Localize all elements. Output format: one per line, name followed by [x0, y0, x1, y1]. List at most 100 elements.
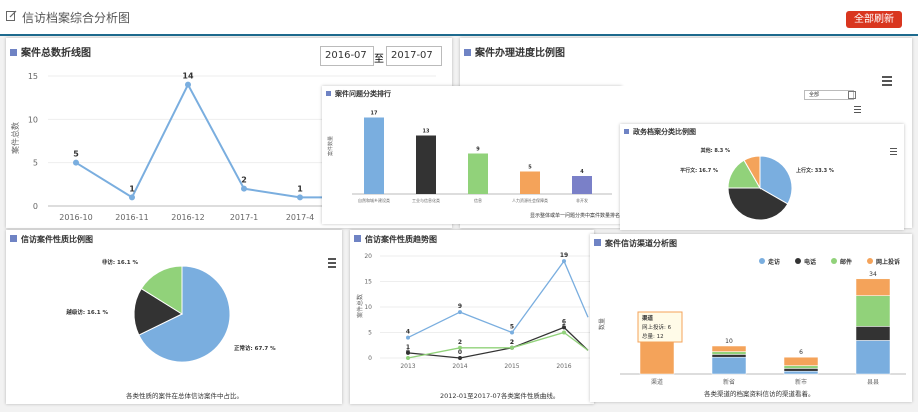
x-tick-label: 2013: [400, 363, 415, 370]
refresh-all-button[interactable]: 全部刷新: [846, 11, 902, 28]
nature-trend-panel: 信访案件性质趋势图 0 5 10 15 20 案件总数 2013 2014 2015 2016 4 9…: [350, 230, 594, 404]
x-tick-label: 自然和城乡建设类: [358, 197, 390, 203]
stacked-bar-segment: [711, 356, 747, 375]
stacked-bar-segment: [855, 295, 891, 327]
header-bar: 信访档案综合分析图 全部刷新: [0, 0, 918, 36]
y-tick-label: 5: [33, 159, 38, 168]
data-label: 5: [562, 324, 566, 331]
stacked-bar-segment: [711, 354, 747, 358]
stacked-bar-segment: [711, 345, 747, 352]
legend-marker: [759, 258, 765, 264]
stacked-bar-segment: [783, 368, 819, 372]
series-line: [407, 326, 589, 359]
bar: [416, 135, 436, 194]
data-label: 13: [423, 129, 430, 135]
x-tick-label: 非开发: [576, 197, 588, 203]
data-label: 5: [528, 165, 532, 171]
data-label: 14: [182, 72, 194, 81]
stacked-bar-segment: [855, 340, 891, 375]
bar-total-label: 10: [725, 338, 733, 345]
data-point: [73, 159, 79, 166]
problem-rank-caption: 显示整体或单一问题分类中案件数量排名: [530, 213, 621, 219]
y-axis-label: 案件数量: [327, 136, 334, 156]
data-label: 5: [510, 324, 514, 331]
stacked-bar-segment: [855, 326, 891, 341]
tooltip-title: 渠道: [642, 314, 654, 322]
channel-caption: 各类渠道的档案资料信访的渠道看着。: [704, 390, 815, 398]
stacked-bar-segment: [783, 370, 819, 375]
problem-rank-panel: 案件问题分类排行 案件数量 17 自然和城乡建设类 13 工业与信息化类 9 信息 5 人力资源…: [322, 86, 622, 224]
data-label: 19: [560, 252, 568, 259]
legend-label: 邮件: [840, 258, 852, 266]
stacked-bar-segment: [783, 356, 819, 366]
data-point: [562, 330, 566, 335]
legend-marker: [867, 258, 873, 264]
legend-label: 电话: [804, 258, 816, 266]
stacked-bar-segment: [855, 278, 891, 296]
x-tick-label: 信息: [474, 197, 482, 203]
y-tick-label: 10: [28, 115, 38, 124]
bar: [364, 117, 384, 194]
x-tick-label: 工业与信息化类: [412, 197, 440, 203]
stacked-bar-segment: [711, 351, 747, 355]
x-tick-label: 2017-1: [230, 213, 258, 222]
problem-rank-side: 全部: [622, 86, 868, 124]
data-label: 0: [406, 349, 410, 356]
x-tick-label: 人力资源社会保障类: [512, 197, 548, 203]
y-tick-label: 10: [364, 304, 372, 311]
y-axis-label: 案件总数: [10, 122, 20, 154]
nature-pie-chart: 正常访: 67.7 % 越级访: 16.1 % 非访: 16.1 %: [65, 258, 276, 363]
x-tick-label: 2017-4: [286, 213, 314, 222]
data-point: [458, 356, 462, 360]
slice-label: 其他: 8.3 %: [701, 147, 730, 154]
x-tick-label: 渠道: [651, 378, 663, 386]
gov-pie-panel: 政务档案分类比例图 上行文: 33.3 % 平行文: 16.7 % 其他: 8.3 …: [620, 124, 904, 230]
x-tick-label: 新省: [723, 378, 735, 386]
data-point: [185, 81, 191, 88]
x-tick-label: 2016-10: [59, 213, 92, 222]
data-label: 0: [458, 349, 462, 356]
tooltip-line: 网上投诉: 6: [642, 323, 672, 331]
slice-label: 越级访: 16.1 %: [65, 308, 108, 316]
rank-menu-icon[interactable]: [854, 106, 861, 115]
data-label: 2: [241, 176, 247, 185]
bar: [520, 171, 540, 194]
data-label: 2: [458, 339, 462, 346]
y-tick-label: 0: [368, 355, 372, 362]
data-label: 1: [129, 184, 135, 193]
legend-label: 走访: [768, 258, 780, 266]
chevron-down-icon[interactable]: [848, 91, 856, 99]
data-point: [129, 194, 135, 201]
bar: [468, 153, 488, 194]
stacked-bar-segment: [639, 340, 675, 375]
slice-label: 上行文: 33.3 %: [796, 167, 834, 174]
slice-label: 平行文: 16.7 %: [680, 167, 718, 174]
x-tick-label: 2014: [452, 363, 467, 370]
data-point: [562, 259, 566, 264]
progress-pie-title: 案件办理进度比例图: [464, 44, 565, 59]
data-label: 17: [371, 111, 378, 117]
nature-pie-caption: 各类性质的案件在总体信访案件中占比。: [126, 392, 243, 400]
y-tick-label: 0: [33, 202, 38, 211]
legend-marker: [831, 258, 837, 264]
bar-total-label: 6: [799, 349, 803, 356]
data-label: 5: [73, 150, 79, 159]
series-line: [75, 82, 330, 199]
edit-icon: [6, 10, 17, 21]
category-select[interactable]: 全部: [804, 90, 854, 100]
slice-label: 正常访: 67.7 %: [234, 344, 276, 352]
progress-menu-icon[interactable]: [882, 76, 892, 88]
data-label: 9: [458, 303, 462, 310]
data-point: [241, 185, 247, 192]
nature-trend-chart: 05101520案件总数2013 2014 2015 201649519102602 2…: [356, 252, 590, 370]
data-label: 4: [580, 169, 584, 175]
slice-label: 非访: 16.1 %: [102, 258, 139, 266]
series-line: [407, 331, 589, 359]
nature-trend-caption: 2012-01至2017-07各类案件性质曲线。: [440, 392, 560, 400]
legend-marker: [795, 258, 801, 264]
data-label: 2: [510, 339, 514, 346]
bar-total-label: 34: [869, 271, 877, 278]
y-tick-label: 15: [364, 279, 372, 286]
y-tick-label: 5: [368, 330, 372, 337]
x-tick-label: 2016: [556, 363, 571, 370]
